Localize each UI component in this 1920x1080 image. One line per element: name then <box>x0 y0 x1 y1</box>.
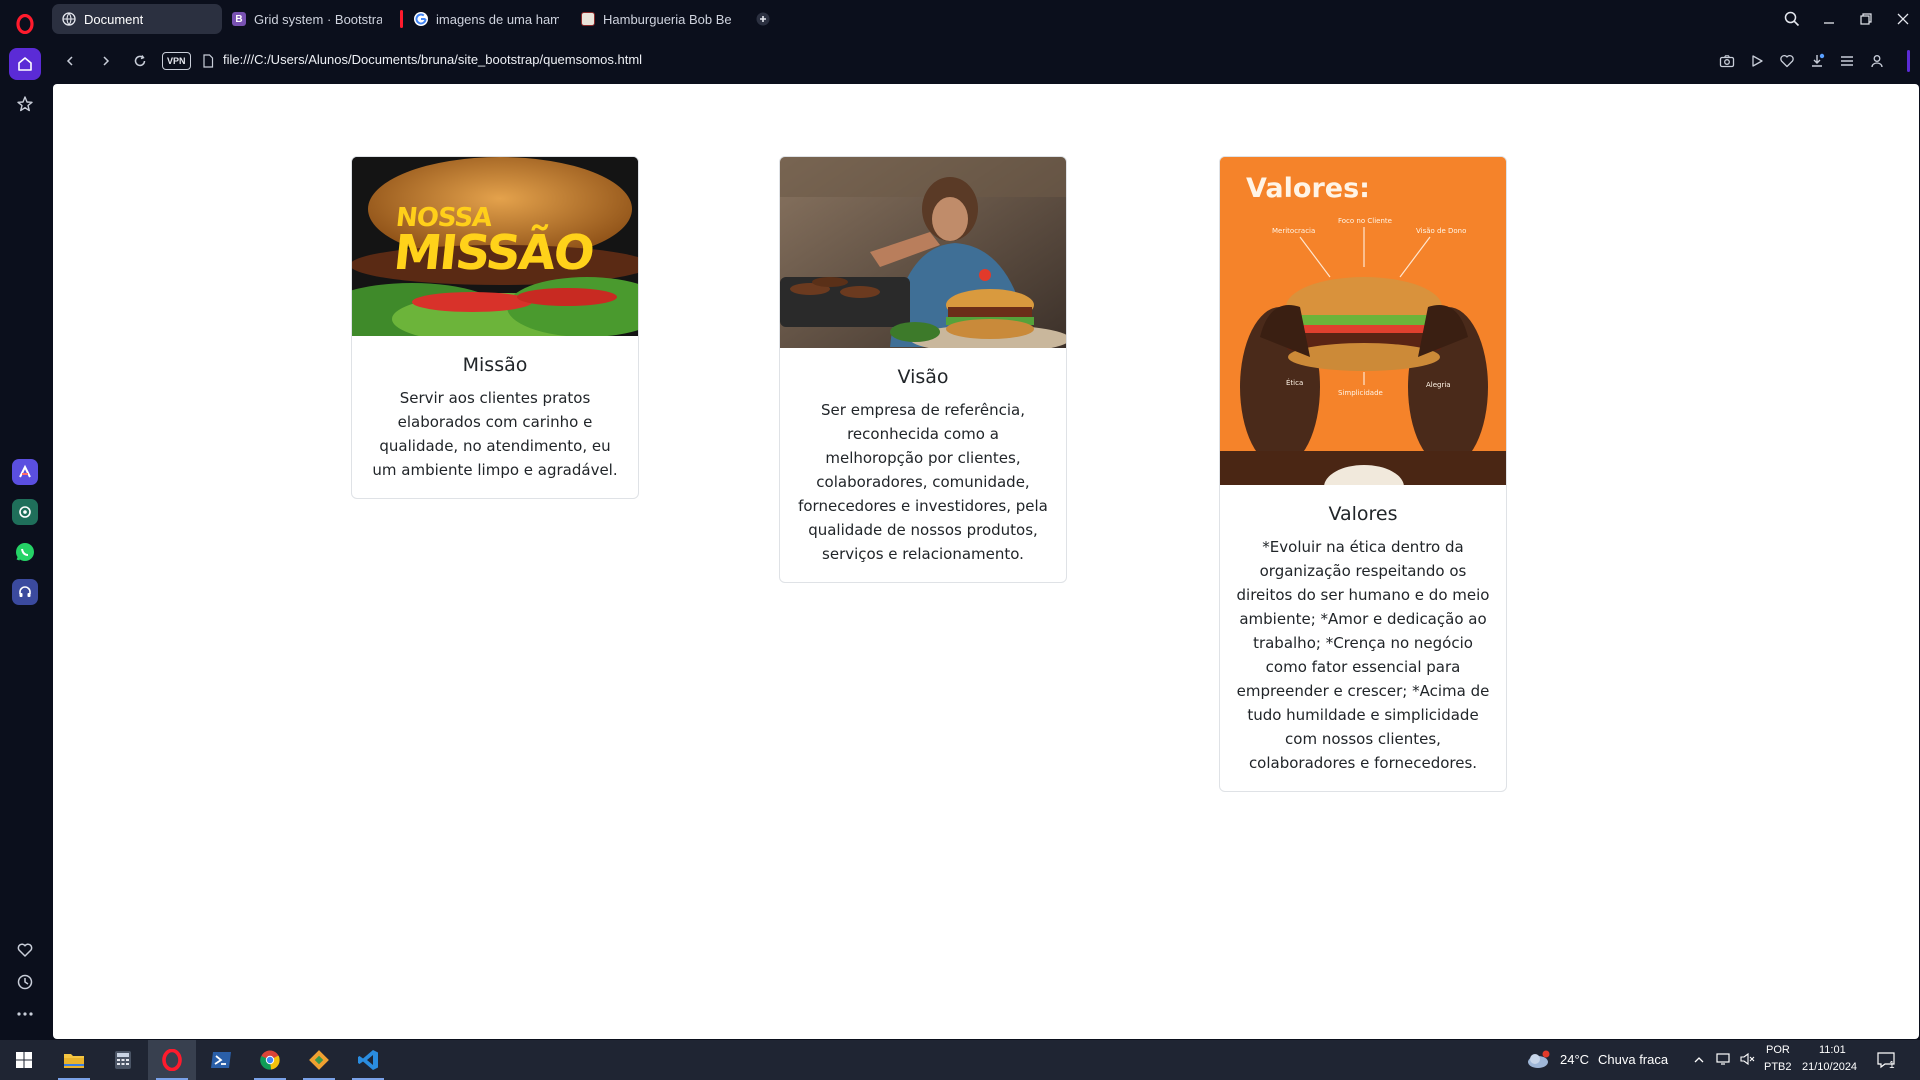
card-valores: Valores: Foco no Cliente Meritocracia Vi… <box>1219 156 1507 792</box>
card-visao: Visão Ser empresa de referência, reconhe… <box>779 156 1067 583</box>
site-icon <box>581 12 595 26</box>
clock-date[interactable]: 21/10/2024 <box>1802 1061 1857 1073</box>
address-bar: VPN file:///C:/Users/Alunos/Documents/br… <box>50 42 1920 80</box>
reload-icon[interactable] <box>128 49 152 73</box>
minimize-icon[interactable] <box>1816 6 1842 32</box>
opera-menu-icon[interactable] <box>9 8 41 40</box>
tab-document[interactable]: Document <box>52 4 222 34</box>
weather-temp[interactable]: 24°C <box>1560 1052 1589 1067</box>
card-title: Visão <box>897 366 949 388</box>
card-title: Valores <box>1328 503 1398 525</box>
network-icon[interactable] <box>1716 1052 1732 1071</box>
bootstrap-icon: B <box>232 12 246 26</box>
tab-group-marker <box>400 10 403 28</box>
tab-title: Grid system · Bootstrap v5 <box>254 11 382 27</box>
snapshot-camera-icon[interactable] <box>1715 49 1739 73</box>
downloads-icon[interactable] <box>1805 49 1829 73</box>
opera-sidebar <box>0 0 50 1040</box>
valores-label-simplicidade: Simplicidade <box>1338 389 1383 397</box>
input-language[interactable]: POR <box>1766 1044 1790 1056</box>
valores-label-meritocracia: Meritocracia <box>1272 227 1316 235</box>
back-icon[interactable] <box>58 49 82 73</box>
vpn-badge[interactable]: VPN <box>162 52 191 70</box>
page-viewport: NOSSA MISSÃO Missão Servir aos clientes … <box>53 84 1919 1039</box>
card-text: *Evoluir na ética dentro da organização … <box>1236 538 1490 772</box>
page-info-icon[interactable] <box>196 49 220 73</box>
url-field[interactable]: file:///C:/Users/Alunos/Documents/bruna/… <box>223 52 642 67</box>
keyboard-layout[interactable]: PTB2 <box>1764 1061 1792 1073</box>
notification-count: 1 <box>1889 1060 1895 1071</box>
speed-dial-star-icon[interactable] <box>9 88 41 120</box>
tab-title: Hamburgueria Bob Beef in <box>603 11 731 27</box>
tab-hamburgueria[interactable]: Hamburgueria Bob Beef in <box>571 4 741 34</box>
card-missao: NOSSA MISSÃO Missão Servir aos clientes … <box>351 156 639 499</box>
close-window-icon[interactable] <box>1890 6 1916 32</box>
tab-bootstrap-grid[interactable]: B Grid system · Bootstrap v5 <box>222 4 392 34</box>
aria-icon[interactable] <box>12 459 38 485</box>
card-text: Servir aos clientes pratos elaborados co… <box>372 389 618 479</box>
valores-label-etica: Ética <box>1286 379 1304 387</box>
windows-taskbar: 24°C Chuva fraca POR PTB2 11:01 21/10/20… <box>0 1040 1920 1080</box>
tab-title: Document <box>84 11 144 27</box>
card-title: Missão <box>462 354 528 376</box>
new-tab-plus-icon[interactable] <box>750 6 776 32</box>
tab-title: imagens de uma hamburg <box>436 11 559 27</box>
git-app-icon[interactable] <box>295 1040 343 1080</box>
profile-icon[interactable] <box>1865 49 1889 73</box>
weather-desc[interactable]: Chuva fraca <box>1598 1052 1668 1067</box>
file-explorer-icon[interactable] <box>50 1040 98 1080</box>
more-dots-icon[interactable] <box>9 998 41 1030</box>
card-body: Visão Ser empresa de referência, reconhe… <box>780 348 1066 582</box>
tray-chevron-up-icon[interactable] <box>1693 1053 1705 1071</box>
calculator-icon[interactable] <box>99 1040 147 1080</box>
search-tabs-icon[interactable] <box>1779 6 1805 32</box>
chatgpt-icon[interactable] <box>12 499 38 525</box>
music-player-icon[interactable] <box>12 579 38 605</box>
windows-start-icon[interactable] <box>0 1040 48 1080</box>
valores-label-alegria: Alegria <box>1426 381 1451 389</box>
volume-muted-icon[interactable] <box>1740 1052 1756 1071</box>
home-icon[interactable] <box>9 48 41 80</box>
missao-image-line2: MISSÃO <box>391 225 596 281</box>
card-text: Ser empresa de referência, reconhecida c… <box>798 401 1048 563</box>
opera-taskbar-icon[interactable] <box>148 1040 196 1080</box>
easy-setup-menu-icon[interactable] <box>1835 49 1859 73</box>
valores-label-foco: Foco no Cliente <box>1338 217 1392 225</box>
google-icon <box>414 12 428 26</box>
valores-image-heading: Valores: <box>1246 173 1370 204</box>
forward-icon[interactable] <box>94 49 118 73</box>
card-body: Missão Servir aos clientes pratos elabor… <box>352 336 638 498</box>
history-clock-icon[interactable] <box>9 966 41 998</box>
globe-icon <box>62 12 76 26</box>
card-body: Valores *Evoluir na ética dentro da orga… <box>1220 485 1506 791</box>
missao-image: NOSSA MISSÃO <box>352 157 638 336</box>
tab-strip: Document B Grid system · Bootstrap v5 im… <box>50 0 1920 38</box>
vscode-icon[interactable] <box>344 1040 392 1080</box>
chrome-icon[interactable] <box>246 1040 294 1080</box>
valores-label-visao-dono: Visão de Dono <box>1416 227 1467 235</box>
bookmark-heart-icon[interactable] <box>1775 49 1799 73</box>
valores-image: Valores: Foco no Cliente Meritocracia Vi… <box>1220 157 1506 485</box>
whatsapp-icon[interactable] <box>12 539 38 565</box>
sidebar-edge-indicator <box>1907 50 1910 72</box>
tab-google-images[interactable]: imagens de uma hamburg <box>404 4 569 34</box>
player-play-icon[interactable] <box>1745 49 1769 73</box>
clock-time[interactable]: 11:01 <box>1819 1044 1846 1056</box>
powershell-icon[interactable] <box>197 1040 245 1080</box>
visao-image <box>780 157 1066 348</box>
restore-icon[interactable] <box>1853 6 1879 32</box>
bookmarks-heart-icon[interactable] <box>9 934 41 966</box>
weather-icon[interactable] <box>1526 1050 1552 1075</box>
